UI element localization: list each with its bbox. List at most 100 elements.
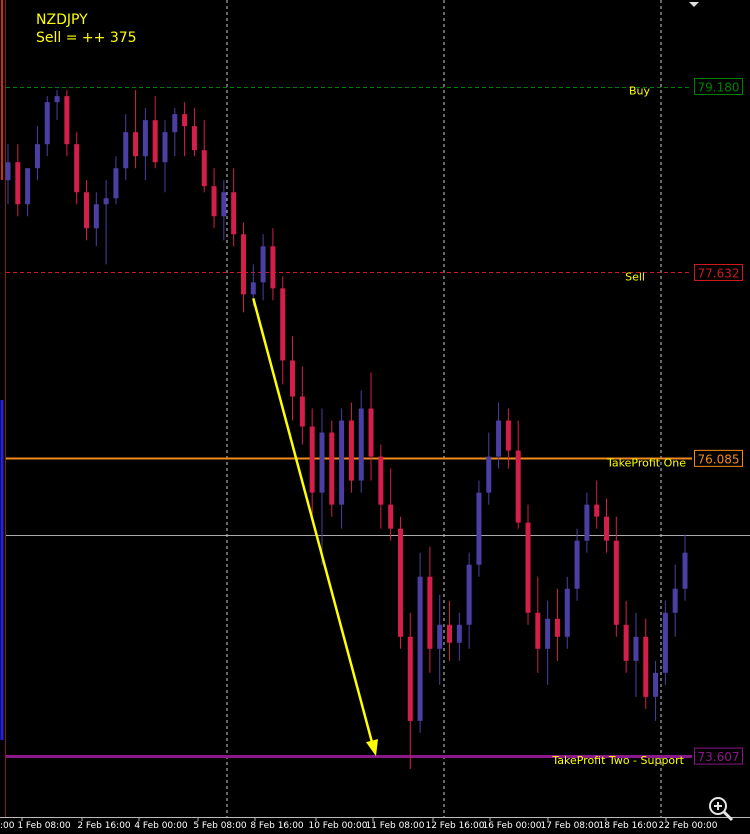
candle-body <box>231 192 237 235</box>
candle-body <box>191 126 197 151</box>
candle-body <box>672 588 678 613</box>
price-value: 73.607 <box>698 750 740 764</box>
level-label: TakeProfit One <box>606 456 686 469</box>
candle-body <box>594 504 600 517</box>
candle-body <box>662 612 668 673</box>
candle-body <box>309 426 315 493</box>
candle-body <box>34 144 40 169</box>
candle-body <box>682 552 688 589</box>
candle <box>329 420 335 517</box>
candle-body <box>319 432 325 493</box>
candle-body <box>64 96 70 145</box>
symbol-label: NZDJPY <box>36 12 88 28</box>
candle-body <box>348 420 354 481</box>
candle-body <box>388 504 394 529</box>
candle-body <box>182 114 188 127</box>
axis-label: 11 Feb 08:00 <box>365 821 424 831</box>
candle-body <box>250 282 256 295</box>
candle-body <box>103 198 109 205</box>
candle-body <box>613 540 619 625</box>
candle-body <box>535 612 541 649</box>
candle <box>397 516 403 649</box>
axis-label: 1 Feb 08:00 <box>17 821 71 831</box>
axis-label: 10 Feb 00:00 <box>308 821 367 831</box>
axis-label: 16 Feb 00:00 <box>482 821 541 831</box>
candle-body <box>15 162 21 205</box>
candle-body <box>221 192 227 217</box>
candle-body <box>290 360 296 397</box>
candle-body <box>123 132 129 169</box>
candle-body <box>653 672 659 697</box>
axis-label: 18 Feb 16:00 <box>598 821 657 831</box>
candle-body <box>633 636 639 661</box>
candle-body <box>260 246 266 283</box>
candle-body <box>505 420 511 451</box>
candle-body <box>44 102 50 145</box>
candle-body <box>152 120 158 163</box>
signal-label: Sell = ++ 375 <box>36 30 137 46</box>
candle <box>662 600 668 685</box>
candle-body <box>515 450 521 523</box>
zoom-icon[interactable] <box>702 792 742 826</box>
axis-label: 2 Feb 16:00 <box>77 821 131 831</box>
candle-body <box>456 624 462 643</box>
price-value: 79.180 <box>698 81 740 95</box>
axis-label: 4 Feb 00:00 <box>134 821 188 831</box>
candle-body <box>74 144 80 193</box>
candle <box>525 504 531 625</box>
candle-body <box>417 576 423 721</box>
candle-body <box>54 96 60 103</box>
candle-body <box>466 564 472 625</box>
candle-body <box>486 456 492 493</box>
candle <box>476 480 482 577</box>
candle-body <box>437 624 443 649</box>
candle-body <box>133 132 139 157</box>
candle-body <box>643 636 649 697</box>
candle-body <box>564 588 570 637</box>
candle-body <box>358 408 364 481</box>
candle-body <box>554 618 560 637</box>
candle-body <box>299 396 305 427</box>
candle-body <box>604 516 610 541</box>
candle-body <box>496 420 502 457</box>
axis-label: 8 Feb 16:00 <box>250 821 304 831</box>
candle-body <box>5 162 11 181</box>
axis-label-partial: :00 <box>0 821 15 831</box>
level-label: Buy <box>629 85 651 98</box>
candle-body <box>329 432 335 505</box>
candle-body <box>162 132 168 163</box>
candle-body <box>623 624 629 661</box>
chart-background <box>0 0 750 834</box>
candle-body <box>545 618 551 649</box>
candle-body <box>240 234 246 295</box>
candle-body <box>211 186 217 217</box>
candle-body <box>270 246 276 289</box>
axis-label: 17 Feb 08:00 <box>540 821 599 831</box>
candle-body <box>378 456 384 505</box>
candle-body <box>172 114 178 133</box>
price-value: 76.085 <box>698 452 740 466</box>
candle-body <box>113 168 119 199</box>
axis-label: 5 Feb 08:00 <box>193 821 247 831</box>
candle-body <box>25 168 31 205</box>
candle-body <box>407 636 413 721</box>
candle-body <box>397 528 403 637</box>
candle-body <box>525 522 531 613</box>
candle-body <box>93 204 99 229</box>
candle-body <box>368 408 374 457</box>
candle-body <box>142 120 148 157</box>
candle-body <box>476 492 482 565</box>
candle-body <box>83 192 89 229</box>
level-label: TakeProfit Two - Support <box>551 754 684 767</box>
price-value: 77.632 <box>698 266 740 280</box>
candle-body <box>280 288 286 361</box>
candle-body <box>584 504 590 541</box>
candle-body <box>574 540 580 589</box>
axis-label: 12 Feb 16:00 <box>425 821 484 831</box>
candle-body <box>339 420 345 505</box>
candle <box>417 552 423 733</box>
candle-body <box>427 576 433 649</box>
candle-body <box>201 150 207 187</box>
candlestick-chart: Buy 79.180 Sell 77.632 TakeProfit One 76.085 T… <box>0 0 750 834</box>
candle-body <box>447 624 453 643</box>
